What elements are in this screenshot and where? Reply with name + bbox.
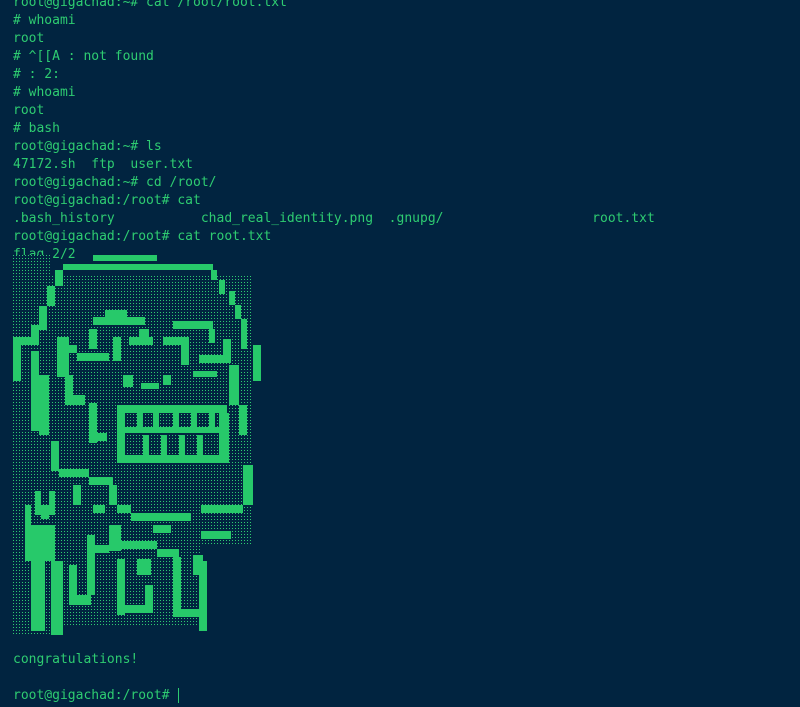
terminal-line: root@gigachad:/root# cat [13,193,201,208]
terminal-line: .bash_history chad_real_identity.png .gn… [13,211,655,226]
terminal-line: # whoami [13,13,76,28]
terminal-output: root@gigachad:~# cat /root/root.txt # wh… [13,0,655,264]
terminal-line: # bash [13,121,60,136]
terminal-line: root@gigachad:~# cd /root/ [13,175,217,190]
input-prompt[interactable]: root@gigachad:/root# [13,687,180,705]
terminal-line: root@gigachad:~# ls [13,139,162,154]
terminal-line: # whoami [13,85,76,100]
prompt-text: root@gigachad:/root# [13,688,178,703]
terminal-line: root [13,103,45,118]
terminal-line: 47172.sh ftp user.txt [13,157,194,172]
terminal-line: # ^[[A : not found [13,49,154,64]
ascii-art-face [13,255,261,635]
text-cursor [178,688,180,703]
terminal-window[interactable]: root@gigachad:~# cat /root/root.txt # wh… [0,0,800,707]
terminal-line: root@gigachad:/root# cat root.txt [13,229,272,244]
terminal-line: # : 2: [13,67,60,82]
congrats-message: congratulations! [13,652,139,667]
terminal-footer: congratulations! root@gigachad:/root# [13,651,180,705]
terminal-line: root [13,31,45,46]
terminal-line: root@gigachad:~# cat /root/root.txt [13,0,287,10]
